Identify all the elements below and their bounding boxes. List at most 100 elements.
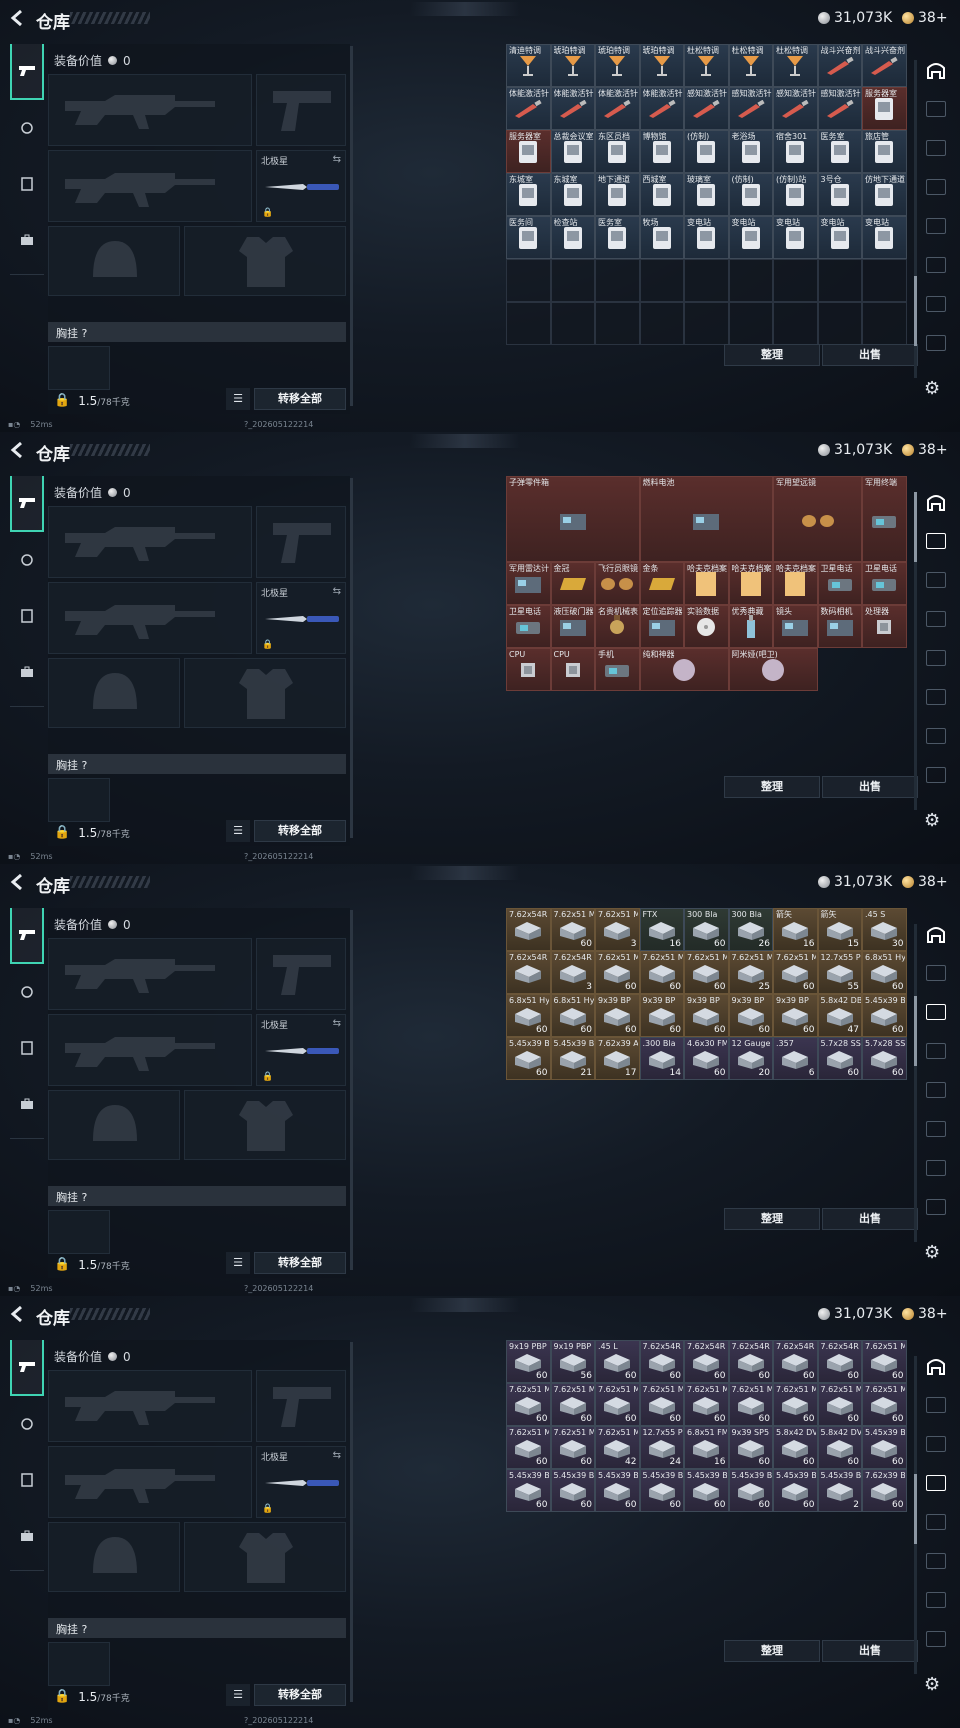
list-view-button[interactable]: ☰	[226, 388, 250, 410]
inventory-item[interactable]: 琥珀特调	[639, 44, 684, 87]
inventory-item[interactable]: 战斗兴奋剂	[862, 44, 907, 87]
empty-grid-cell[interactable]	[862, 302, 907, 345]
storage-tab-5[interactable]	[916, 1109, 956, 1148]
back-arrow-icon[interactable]	[8, 8, 28, 28]
inventory-item[interactable]: 液压破门器	[550, 605, 595, 648]
inventory-item[interactable]: 哈夫克档案	[773, 562, 818, 605]
pistol-slot[interactable]	[256, 506, 346, 578]
inventory-item[interactable]: (仿制)	[728, 173, 773, 216]
inventory-item[interactable]: 杜松特调	[728, 44, 773, 87]
inventory-item[interactable]: 清迪特调	[506, 44, 551, 87]
storage-tab-6[interactable]	[916, 284, 956, 323]
inventory-item[interactable]: 7.62x51 M80 60	[506, 1383, 551, 1426]
chest-rig-header[interactable]: 胸挂 ?	[48, 1618, 346, 1638]
inventory-item[interactable]: 服务器室	[862, 87, 907, 130]
inventory-item[interactable]: 9x19 PBP 60	[506, 1340, 551, 1383]
move-all-button[interactable]: 转移全部	[254, 1684, 346, 1706]
gold-currency[interactable]: 38+	[902, 442, 948, 458]
inventory-item[interactable]: 变电站	[862, 216, 907, 259]
inventory-item[interactable]: 实验数据	[684, 605, 729, 648]
inventory-item[interactable]: 5.45x39 BP 60	[862, 1426, 907, 1469]
helmet-slot[interactable]	[48, 1522, 180, 1592]
inventory-item[interactable]: 处理器	[862, 605, 907, 648]
inventory-item[interactable]: 医务间	[506, 216, 551, 259]
list-view-button[interactable]: ☰	[226, 1252, 250, 1274]
helmet-slot[interactable]	[48, 658, 180, 728]
tab-vest[interactable]	[10, 156, 44, 212]
back-arrow-icon[interactable]	[8, 872, 28, 892]
chest-rig-slot[interactable]	[48, 1642, 110, 1686]
inventory-item[interactable]: 7.62x51 M80 60	[862, 1383, 907, 1426]
inventory-item[interactable]: 哈夫克档案	[684, 562, 729, 605]
inventory-item[interactable]: 杜松特调	[773, 44, 818, 87]
inventory-item[interactable]: 12 Gauge 20	[728, 1037, 773, 1080]
inventory-item[interactable]: 琥珀特调	[595, 44, 640, 87]
inventory-item[interactable]: 7.62x51 M80 42	[595, 1426, 640, 1469]
inventory-item[interactable]: 5.45x39 BP 60	[595, 1469, 640, 1512]
inventory-item[interactable]: 军用望远镜	[773, 476, 862, 562]
chest-rig-header[interactable]: 胸挂 ?	[48, 1186, 346, 1206]
inventory-item[interactable]: 体能激活针	[550, 87, 595, 130]
storage-tab-2[interactable]	[916, 560, 956, 599]
inventory-item[interactable]: 300 Bla 60	[684, 908, 729, 951]
inventory-item[interactable]: 变电站	[773, 216, 818, 259]
inventory-item[interactable]: 军用终端	[862, 476, 907, 562]
swap-icon[interactable]: ⇆	[333, 586, 341, 597]
helmet-slot[interactable]	[48, 226, 180, 296]
inventory-item[interactable]: 5.8x42 DVP88 60	[773, 1426, 818, 1469]
inventory-item[interactable]: 变电站	[817, 216, 862, 259]
empty-grid-cell[interactable]	[639, 259, 684, 302]
melee-slot[interactable]: 北极星 ⇆ 🔒	[256, 1446, 346, 1518]
storage-tab-7[interactable]	[916, 755, 956, 794]
inventory-item[interactable]: 7.62x51 M80 60	[506, 1426, 551, 1469]
gear-icon[interactable]: ⚙	[924, 810, 940, 831]
tab-vest[interactable]	[10, 588, 44, 644]
melee-slot[interactable]: 北极星 ⇆ 🔒	[256, 1014, 346, 1086]
sort-button[interactable]: 整理	[724, 1640, 820, 1662]
armor-slot[interactable]	[184, 1522, 346, 1592]
tab-weapons[interactable]	[10, 1340, 44, 1396]
inventory-item[interactable]: 阿米娅(吧卫)	[728, 648, 818, 691]
gear-icon[interactable]: ⚙	[924, 378, 940, 399]
inventory-item[interactable]: 东区员档	[595, 130, 640, 173]
armor-slot[interactable]	[184, 658, 346, 728]
inventory-item[interactable]: 感知激活针	[728, 87, 773, 130]
storage-tab-overview[interactable]	[916, 1346, 956, 1385]
tab-vest[interactable]	[10, 1020, 44, 1076]
inventory-item[interactable]: 体能激活针	[639, 87, 684, 130]
list-view-button[interactable]: ☰	[226, 820, 250, 842]
inventory-item[interactable]: 5.7x28 SS 60	[817, 1037, 862, 1080]
storage-tab-3[interactable]	[916, 599, 956, 638]
inventory-item[interactable]: 5.8x42 DBP 47	[817, 994, 862, 1037]
tab-armor[interactable]	[10, 100, 44, 156]
inventory-item[interactable]: 12.7x55 PS12 55	[817, 951, 862, 994]
tab-backpack[interactable]	[10, 1076, 44, 1132]
inventory-item[interactable]: .45 S 30	[862, 908, 907, 951]
empty-grid-cell[interactable]	[817, 259, 862, 302]
inventory-item[interactable]: 7.62x51 M80 60	[639, 1383, 684, 1426]
inventory-item[interactable]: .357 6	[773, 1037, 818, 1080]
storage-tab-6[interactable]	[916, 716, 956, 755]
storage-tab-2[interactable]	[916, 128, 956, 167]
storage-tab-5[interactable]	[916, 677, 956, 716]
inventory-item[interactable]: 体能激活针	[595, 87, 640, 130]
sell-button[interactable]: 出售	[822, 776, 918, 798]
tab-vest[interactable]	[10, 1452, 44, 1508]
storage-tab-5[interactable]	[916, 1541, 956, 1580]
tab-armor[interactable]	[10, 964, 44, 1020]
inventory-item[interactable]: 6.8x51 Hybrid 60	[550, 994, 595, 1037]
pistol-slot[interactable]	[256, 74, 346, 146]
inventory-item[interactable]: FTX 16	[639, 908, 684, 951]
secondary-weapon-slot[interactable]	[48, 582, 252, 654]
inventory-item[interactable]: 7.62x54R 3	[550, 951, 595, 994]
gear-icon[interactable]: ⚙	[924, 1242, 940, 1263]
inventory-item[interactable]: 5.45x39 BT 60	[862, 994, 907, 1037]
inventory-item[interactable]: 玻璃室	[684, 173, 729, 216]
inventory-item[interactable]: 7.62x51 M80 60	[684, 951, 729, 994]
primary-weapon-slot[interactable]	[48, 1370, 252, 1442]
inventory-item[interactable]: 东城室	[550, 173, 595, 216]
inventory-item[interactable]: 子弹零件箱	[506, 476, 640, 562]
tab-backpack[interactable]	[10, 1508, 44, 1564]
inventory-item[interactable]: 金冠	[550, 562, 595, 605]
inventory-item[interactable]: 5.45x39 BT 21	[550, 1037, 595, 1080]
